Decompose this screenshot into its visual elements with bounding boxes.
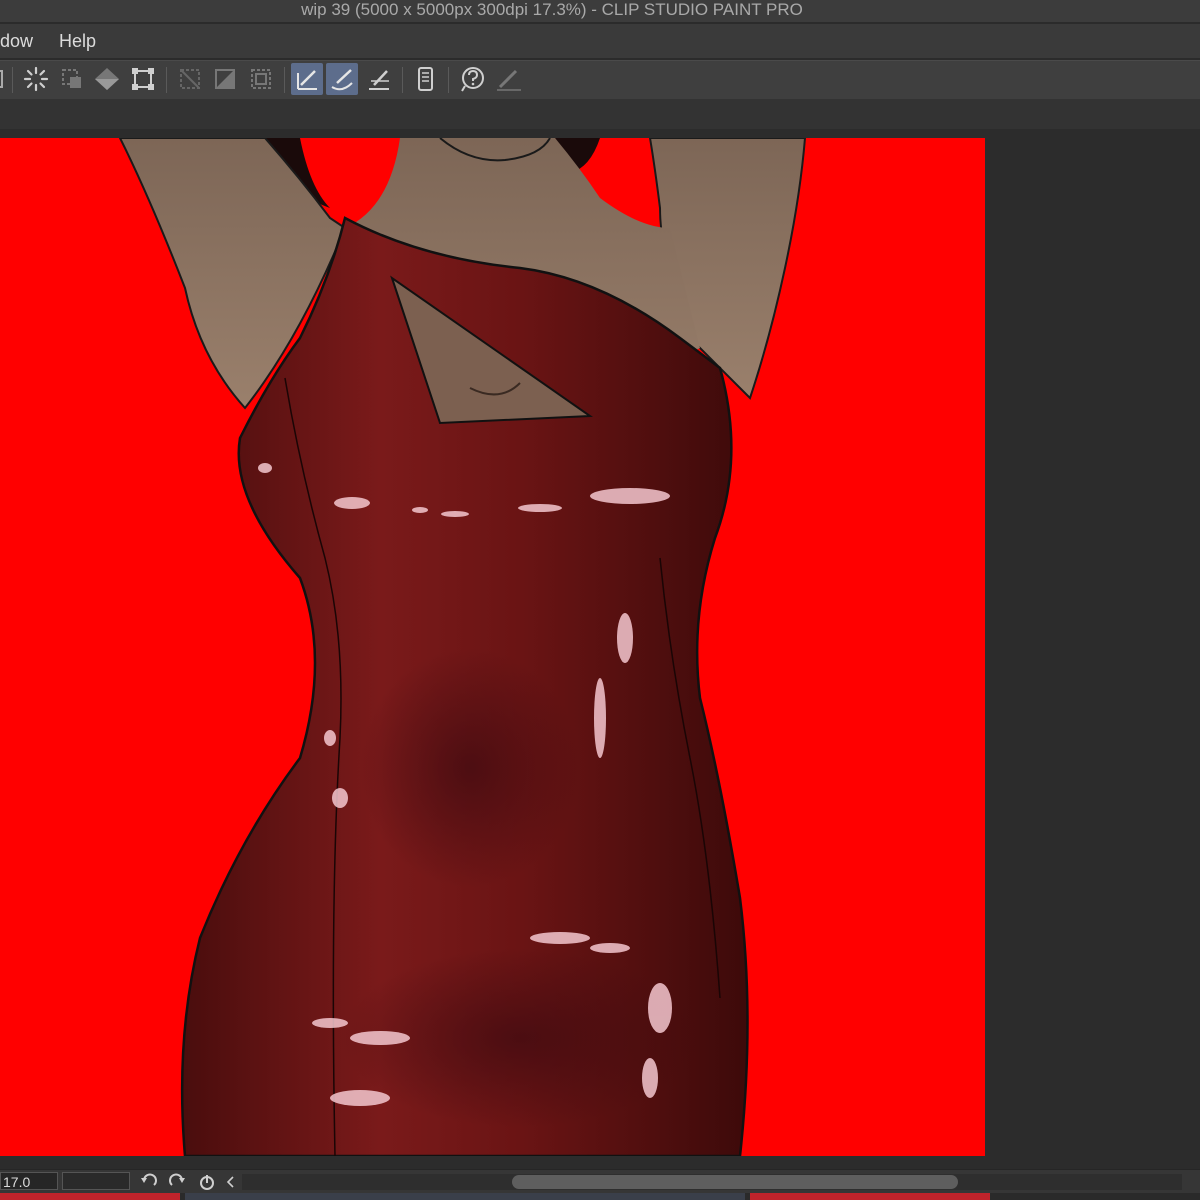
- fill-selection-icon[interactable]: [209, 63, 241, 95]
- sub-tool-bar: [0, 99, 1200, 129]
- toolbar-separator: [12, 67, 13, 93]
- zoom-slider[interactable]: [62, 1172, 130, 1190]
- select-layer-icon[interactable]: [56, 63, 88, 95]
- partial-tool-icon[interactable]: [0, 63, 12, 95]
- menu-bar: dow Help: [0, 24, 1200, 58]
- tablet-icon[interactable]: [409, 63, 441, 95]
- drawing-canvas[interactable]: [0, 138, 985, 1156]
- ruler-snap-icon[interactable]: [291, 63, 323, 95]
- special-ruler-snap-icon[interactable]: [326, 63, 358, 95]
- toolbar-separator: [166, 67, 167, 93]
- menu-window[interactable]: dow: [0, 24, 37, 58]
- rotate-right-icon[interactable]: [166, 1172, 188, 1192]
- horizontal-scrollbar[interactable]: [242, 1174, 1182, 1190]
- status-bar: 17.0: [0, 1169, 1200, 1194]
- menu-help[interactable]: Help: [55, 24, 100, 58]
- help-icon[interactable]: [457, 63, 489, 95]
- window-title: wip 39 (5000 x 5000px 300dpi 17.3%) - CL…: [301, 0, 803, 19]
- toolbar-separator: [284, 67, 285, 93]
- artwork: [118, 138, 807, 1156]
- selection-border-icon[interactable]: [245, 63, 277, 95]
- fill-diamond-icon[interactable]: [91, 63, 123, 95]
- scrollbar-thumb[interactable]: [512, 1175, 958, 1189]
- transform-icon[interactable]: [127, 63, 159, 95]
- toolbar-separator: [448, 67, 449, 93]
- grid-snap-icon[interactable]: [363, 63, 395, 95]
- toolbar-separator: [402, 67, 403, 93]
- title-bar: wip 39 (5000 x 5000px 300dpi 17.3%) - CL…: [0, 0, 1200, 22]
- scroll-left-icon[interactable]: [220, 1172, 242, 1192]
- pen-pressure-icon[interactable]: [493, 63, 525, 95]
- clear-outside-icon[interactable]: [174, 63, 206, 95]
- loading-spinner-icon[interactable]: [20, 63, 52, 95]
- bottom-panel-strip: [0, 1193, 1200, 1200]
- zoom-input[interactable]: 17.0: [0, 1172, 58, 1190]
- reset-rotation-icon[interactable]: [196, 1172, 218, 1192]
- rotate-left-icon[interactable]: [138, 1172, 160, 1192]
- command-bar: [0, 60, 1200, 100]
